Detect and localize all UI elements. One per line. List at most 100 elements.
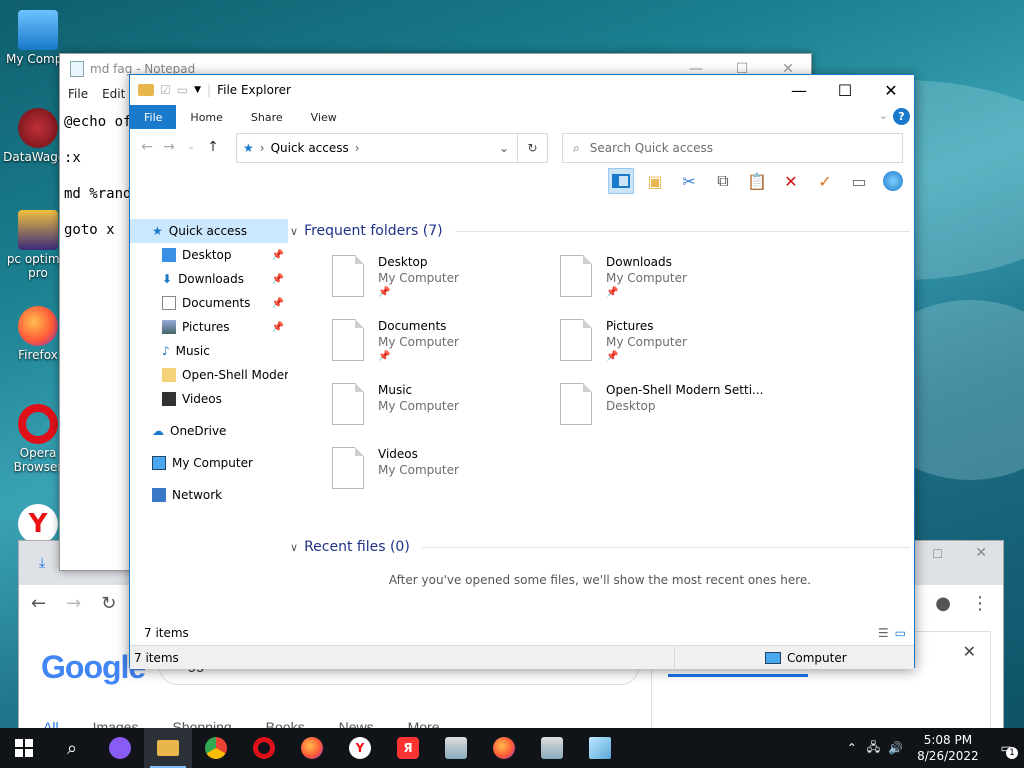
classic-status-bar: 7 items Computer [130, 645, 914, 669]
address-dropdown-icon[interactable]: ⌄ [499, 141, 509, 155]
chevron-down-icon[interactable]: ▼ [194, 85, 201, 95]
folder-item[interactable]: Documents My Computer 📌 [332, 319, 552, 375]
close-button[interactable]: ✕ [868, 75, 914, 105]
tab-file[interactable]: File [130, 105, 177, 129]
folder-item[interactable]: Open-Shell Modern Setti... Desktop [560, 383, 780, 439]
back-icon[interactable]: ← [136, 139, 158, 155]
folder-item[interactable]: Downloads My Computer 📌 [560, 255, 780, 311]
folder-item[interactable]: Videos My Computer [332, 447, 552, 503]
up-icon[interactable]: ↑ [202, 139, 224, 155]
properties-button[interactable]: ▭ [846, 168, 872, 194]
nav-network[interactable]: Network [130, 483, 288, 507]
pin-icon: 📌 [378, 287, 391, 298]
opera-taskbar-button[interactable] [240, 728, 288, 768]
recent-files-header[interactable]: ∨ Recent files (0) [290, 535, 910, 559]
help-icon[interactable]: ? [893, 108, 910, 125]
menu-file[interactable]: File [68, 87, 88, 101]
minimize-button[interactable]: — [776, 75, 822, 105]
nav-open-shell[interactable]: Open-Shell Modern [130, 363, 288, 387]
item-count: 7 items [134, 650, 179, 665]
tab-view[interactable]: View [297, 105, 351, 129]
firefox-icon [301, 737, 323, 759]
menu-edit[interactable]: Edit [102, 87, 125, 101]
computer-icon [152, 456, 166, 470]
clock[interactable]: 5:08 PM 8/26/2022 [907, 732, 989, 764]
nav-quick-access[interactable]: ★ Quick access [130, 219, 288, 243]
recent-locations-icon[interactable]: ⌄ [180, 142, 202, 152]
close-icon[interactable]: ✕ [963, 642, 976, 661]
back-icon[interactable]: ← [31, 593, 46, 614]
folder-item[interactable]: Music My Computer [332, 383, 552, 439]
pin-icon: 📌 [606, 287, 619, 298]
folder-thumbnail [332, 383, 364, 425]
firefox-taskbar-button[interactable] [288, 728, 336, 768]
windows-logo-icon [15, 739, 33, 757]
large-icons-view-icon[interactable]: ▭ [895, 626, 906, 640]
nav-videos[interactable]: Videos [130, 387, 288, 411]
file-explorer-taskbar-button[interactable] [144, 728, 192, 768]
start-button[interactable] [0, 728, 48, 768]
frequent-folders-header[interactable]: ∨ Frequent folders (7) [290, 219, 910, 243]
folder-icon [157, 740, 179, 756]
nav-pictures[interactable]: Pictures 📌 [130, 315, 288, 339]
nav-desktop[interactable]: Desktop 📌 [130, 243, 288, 267]
item-count: 7 items [144, 626, 189, 640]
chevron-up-icon[interactable]: ⌃ [841, 741, 863, 755]
copy-button[interactable]: ⧉ [710, 168, 736, 194]
folder-item[interactable]: Pictures My Computer 📌 [560, 319, 780, 375]
close-icon[interactable]: ✕ [975, 545, 987, 561]
new-folder-button[interactable]: ▣ [642, 168, 668, 194]
breadcrumb-quick-access[interactable]: Quick access [271, 141, 349, 155]
new-folder-icon[interactable]: ▭ [177, 83, 188, 97]
app2-taskbar-button[interactable] [528, 728, 576, 768]
navigation-pane-button[interactable] [608, 168, 634, 194]
details-view-icon[interactable]: ☰ [878, 626, 889, 640]
forward-icon[interactable]: → [158, 139, 180, 155]
search-button[interactable]: ⌕ [48, 728, 96, 768]
profile-icon[interactable]: ● [935, 593, 951, 614]
cut-button[interactable]: ✂ [676, 168, 702, 194]
alice-button[interactable] [96, 728, 144, 768]
folder-thumbnail [332, 447, 364, 489]
pin-icon: 📌 [271, 297, 284, 309]
download-icon[interactable]: ⤓ [39, 555, 45, 571]
nav-documents[interactable]: Documents 📌 [130, 291, 288, 315]
notification-icon[interactable]: ▭ 1 [989, 741, 1024, 759]
menu-icon[interactable]: ⋮ [971, 593, 1003, 614]
nav-my-computer[interactable]: My Computer [130, 451, 288, 475]
file-explorer-window[interactable]: ☑ ▭ ▼ | File Explorer — ☐ ✕ File Home Sh… [129, 74, 915, 669]
address-bar[interactable]: ★ › Quick access › ⌄ [236, 133, 518, 163]
rename-button[interactable]: ✓ [812, 168, 838, 194]
maximize-icon[interactable]: ☐ [932, 547, 943, 561]
chrome-taskbar-button[interactable] [192, 728, 240, 768]
navigation-pane: ★ Quick access Desktop 📌 ⬇ Downloads 📌 D… [130, 215, 288, 605]
reload-icon[interactable]: ↻ [101, 593, 116, 614]
tab-home[interactable]: Home [176, 105, 236, 129]
delete-button[interactable]: ✕ [778, 168, 804, 194]
paste-button[interactable]: 📋 [744, 168, 770, 194]
app-taskbar-button[interactable] [432, 728, 480, 768]
pc-optimizer-icon [18, 210, 58, 250]
search-icon: ⌕ [66, 737, 78, 759]
notepad-taskbar-button[interactable] [576, 728, 624, 768]
search-input[interactable]: ⌕ Search Quick access [562, 133, 903, 163]
firefox-icon [493, 737, 515, 759]
nav-onedrive[interactable]: ☁ OneDrive [130, 419, 288, 443]
maximize-button[interactable]: ☐ [822, 75, 868, 105]
nav-music[interactable]: ♪ Music [130, 339, 288, 363]
volume-icon[interactable]: 🔊 [884, 741, 907, 755]
expand-ribbon-icon[interactable]: ⌄ [879, 109, 888, 122]
network-icon[interactable]: 🖧 [863, 738, 884, 759]
globe-button[interactable] [880, 168, 906, 194]
folder-item[interactable]: Desktop My Computer 📌 [332, 255, 552, 311]
recent-files-empty-message: After you've opened some files, we'll sh… [388, 573, 812, 587]
refresh-button[interactable]: ↻ [518, 133, 548, 163]
tab-share[interactable]: Share [237, 105, 297, 129]
nav-downloads[interactable]: ⬇ Downloads 📌 [130, 267, 288, 291]
yandex-taskbar-button[interactable]: Y [336, 728, 384, 768]
explorer-titlebar[interactable]: ☑ ▭ ▼ | File Explorer — ☐ ✕ [130, 75, 914, 105]
yandex-browser-taskbar-button[interactable]: Я [384, 728, 432, 768]
properties-icon[interactable]: ☑ [160, 83, 171, 97]
forward-icon[interactable]: → [66, 593, 81, 614]
firefox-2-taskbar-button[interactable] [480, 728, 528, 768]
